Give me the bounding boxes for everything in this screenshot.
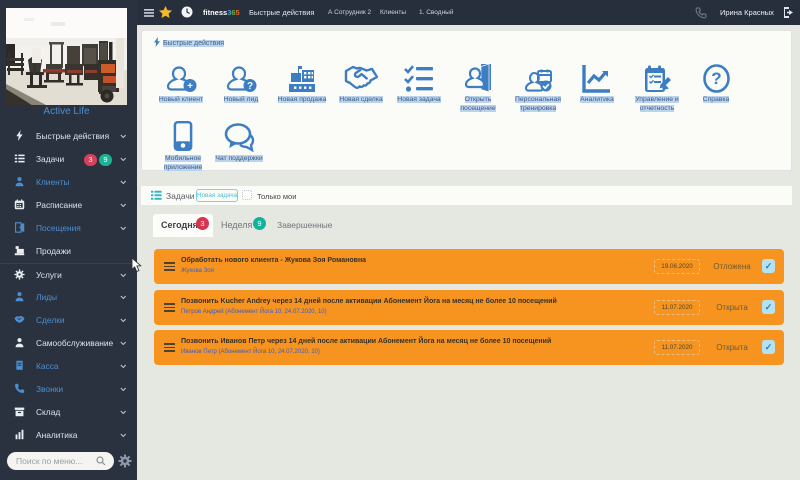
svg-text:?: ? xyxy=(246,81,252,92)
svg-text:+: + xyxy=(187,81,193,92)
svg-text:?: ? xyxy=(711,69,721,88)
